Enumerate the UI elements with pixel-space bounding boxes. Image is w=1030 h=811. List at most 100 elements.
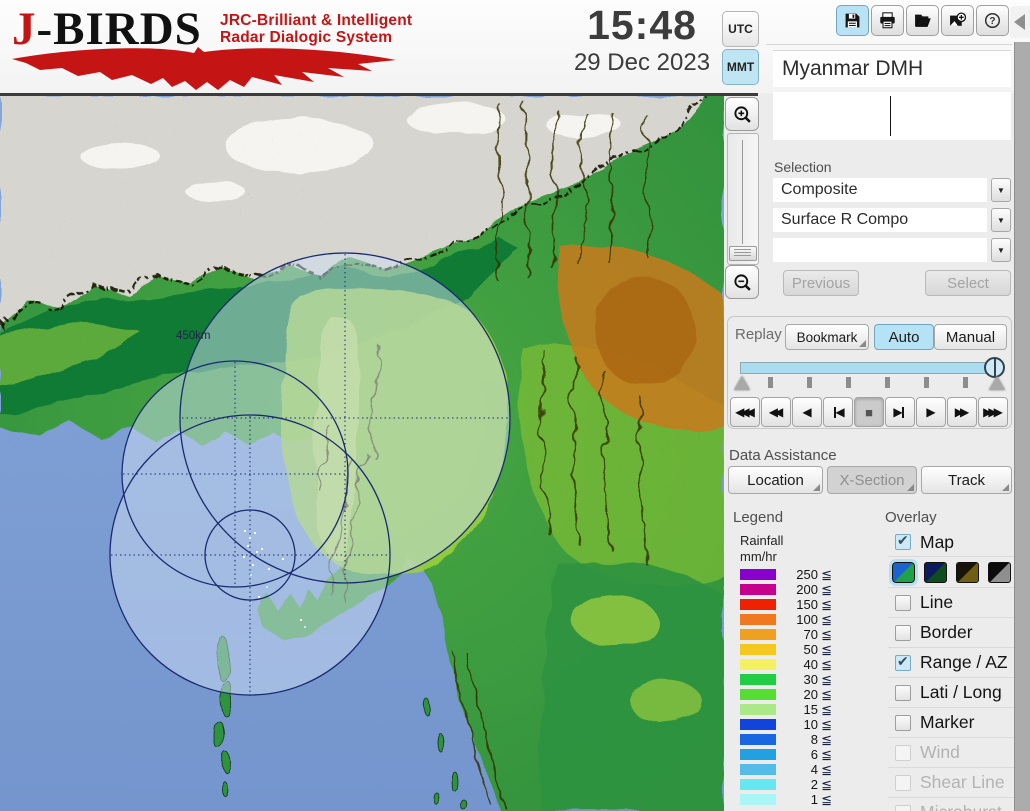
unchecked-checkbox[interactable] <box>895 594 911 611</box>
legend-row: 40 ≦ <box>740 657 832 672</box>
unchecked-checkbox[interactable] <box>895 684 911 701</box>
zoom-slider-track[interactable] <box>727 133 759 265</box>
zoom-in-button[interactable] <box>725 97 759 131</box>
app-logo: J-BIRDS JRC-Brilliant & Intelligent Rada… <box>8 4 412 90</box>
play-button[interactable]: ▶ <box>916 397 946 427</box>
leq-symbol: ≦ <box>821 716 832 732</box>
timezone-utc-button[interactable]: UTC <box>722 11 759 47</box>
play-reverse-button[interactable]: ◀ <box>792 397 822 427</box>
select-button[interactable]: Select <box>925 270 1011 296</box>
leq-symbol: ≦ <box>821 731 832 747</box>
leq-symbol: ≦ <box>821 671 832 687</box>
triangle-glyph: ◀ <box>835 405 845 419</box>
leq-symbol: ≦ <box>821 746 832 762</box>
legend-row: 8 ≦ <box>740 732 832 747</box>
triangle-glyph: ■ <box>865 404 873 420</box>
stop-button[interactable]: ■ <box>854 397 884 427</box>
rewind-fast-button[interactable]: ◀ ◀ ◀ <box>730 397 760 427</box>
legend-row: 4 ≦ <box>740 762 832 777</box>
map-style-swatch-black-olive[interactable] <box>956 561 979 583</box>
bookmark-button[interactable]: Bookmark <box>785 324 869 350</box>
app-window: J-BIRDS JRC-Brilliant & Intelligent Rada… <box>0 0 1030 811</box>
overlay-row-marker: Marker <box>888 707 1014 737</box>
panel-scrollbar[interactable] <box>1014 42 1030 811</box>
replay-label: Replay <box>735 326 782 343</box>
overlay-row-border: Border <box>888 617 1014 647</box>
forward-fast-button[interactable]: ▶ ▶ ▶ <box>978 397 1008 427</box>
add-image-button[interactable] <box>941 5 974 36</box>
replay-slider-thumb[interactable] <box>984 357 1005 378</box>
replay-range-end-marker[interactable] <box>989 376 1005 390</box>
legend-row: 100 ≦ <box>740 612 832 627</box>
legend-value: 1 <box>810 792 818 807</box>
unchecked-checkbox[interactable] <box>895 714 911 731</box>
zoom-out-button[interactable] <box>725 265 759 299</box>
zoom-slider-thumb[interactable] <box>729 246 757 261</box>
open-folder-button[interactable] <box>906 5 939 36</box>
zoom-slider-groove <box>742 140 743 244</box>
legend-swatch <box>740 749 776 760</box>
triangle-glyph: ◀ <box>802 405 812 419</box>
replay-slider-track[interactable] <box>740 362 998 374</box>
forward-button[interactable]: ▶ ▶ <box>947 397 977 427</box>
radar-map[interactable]: 450km <box>0 95 724 811</box>
legend-swatch <box>740 689 776 700</box>
legend-row: 10 ≦ <box>740 717 832 732</box>
previous-button[interactable]: Previous <box>783 270 859 296</box>
unchecked-checkbox[interactable] <box>895 624 911 641</box>
step-forward-button[interactable]: ▶ <box>885 397 915 427</box>
map-style-swatch-navy-darkgreen[interactable] <box>924 561 947 583</box>
station-input-box[interactable] <box>773 92 1011 140</box>
overlay-item-label: Map <box>920 531 955 552</box>
dropdown-arrow-button[interactable]: ▼ <box>991 238 1011 262</box>
legend-row: 15 ≦ <box>740 702 832 717</box>
auto-mode-button[interactable]: Auto <box>874 324 934 350</box>
track-button[interactable]: Track <box>921 466 1012 494</box>
legend-row: 1 ≦ <box>740 792 832 807</box>
legend-label: Legend <box>733 509 784 526</box>
leq-symbol: ≦ <box>821 581 832 597</box>
replay-range-start-marker[interactable] <box>734 376 750 390</box>
clock: 15:48 29 Dec 2023 <box>556 2 728 78</box>
slider-tick <box>924 377 929 388</box>
rewind-button[interactable]: ◀ ◀ <box>761 397 791 427</box>
print-button[interactable] <box>871 5 904 36</box>
legend-value: 20 <box>803 687 818 702</box>
station-name-row[interactable]: Myanmar DMH <box>773 50 1011 87</box>
leq-symbol: ≦ <box>821 686 832 702</box>
dropdown-value[interactable]: Composite <box>773 178 987 202</box>
xsection-button[interactable]: X-Section <box>827 466 917 494</box>
help-button[interactable]: ? <box>976 5 1009 36</box>
panel-collapse-tab[interactable] <box>1010 6 1030 38</box>
triangle-glyph: ◀ <box>774 405 784 419</box>
timezone-mmt-button[interactable]: MMT <box>722 49 759 85</box>
slider-tick <box>807 377 812 388</box>
manual-mode-button[interactable]: Manual <box>934 324 1007 350</box>
save-button[interactable] <box>836 5 869 36</box>
station-name: Myanmar DMH <box>782 57 924 80</box>
legend-unit: mm/hr <box>740 549 777 564</box>
legend-value: 2 <box>810 777 818 792</box>
dropdown-arrow-button[interactable]: ▼ <box>991 178 1011 202</box>
legend-swatch <box>740 779 776 790</box>
legend-swatch <box>740 629 776 640</box>
step-back-button[interactable]: ◀ <box>823 397 853 427</box>
legend-value: 8 <box>810 732 818 747</box>
legend-swatch <box>740 794 776 805</box>
clock-date: 29 Dec 2023 <box>573 49 711 77</box>
checked-checkbox[interactable] <box>895 653 911 671</box>
location-button[interactable]: Location <box>728 466 823 494</box>
dropdown-value[interactable]: Surface R Compo <box>773 208 987 232</box>
overlay-item-label: Range / AZ <box>920 652 1008 672</box>
range-ring-label: 450km <box>176 330 211 342</box>
overlay-row-map: Map <box>888 528 1014 556</box>
legend-swatch <box>740 599 776 610</box>
dropdown-arrow-button[interactable]: ▼ <box>991 208 1011 232</box>
map-style-swatch-blue-green[interactable] <box>889 558 918 586</box>
panel-top-divider <box>766 44 1012 45</box>
legend-scale: 250 ≦ 200 ≦ 150 ≦ 100 ≦ 70 ≦ 50 ≦ 40 ≦ 30 ≦ 20 ≦ 15 ≦ 10 ≦ 8 ≦ 6… <box>740 567 832 807</box>
dropdown-value[interactable] <box>773 238 987 262</box>
checked-checkbox[interactable] <box>895 532 911 550</box>
map-style-swatch-black-gray[interactable] <box>988 561 1011 583</box>
legend-row: 250 ≦ <box>740 567 832 582</box>
